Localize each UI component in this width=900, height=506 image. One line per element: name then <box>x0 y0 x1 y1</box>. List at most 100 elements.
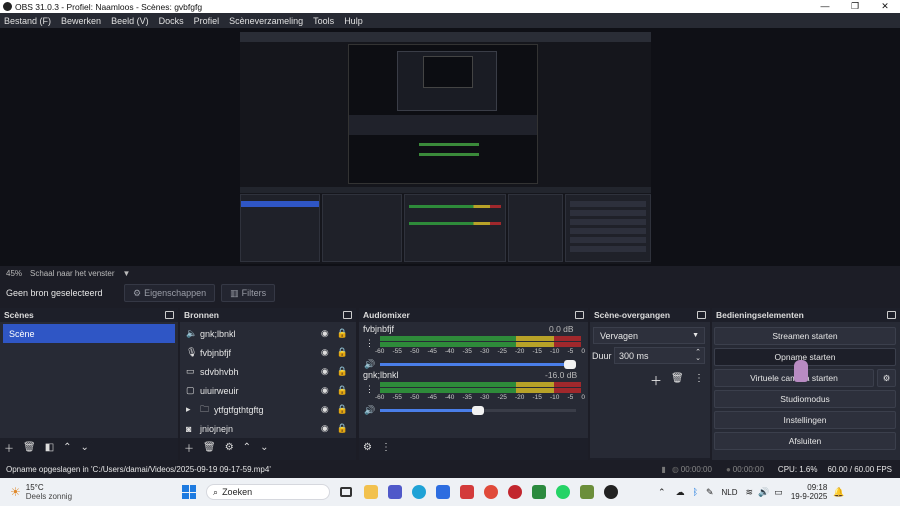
transition-select[interactable]: Vervagen ▼ <box>593 327 705 344</box>
remove-scene-icon[interactable]: 🗑 <box>23 442 36 453</box>
eye-icon[interactable]: ◉ <box>321 328 329 339</box>
mixer-menu-icon[interactable]: ⋮ <box>381 442 391 453</box>
settings-button[interactable]: Instellingen <box>714 411 896 429</box>
edge-icon[interactable] <box>412 485 427 499</box>
minimize-button[interactable]: — <box>810 1 840 12</box>
move-up-icon[interactable]: ⌃ <box>243 442 251 453</box>
xbox-icon[interactable] <box>532 485 547 499</box>
bluetooth-icon[interactable]: ᛒ <box>693 487 698 497</box>
maximize-button[interactable]: ❐ <box>840 1 870 12</box>
chevron-up-icon[interactable]: ⌃ <box>658 487 666 498</box>
menu-docks[interactable]: Docks <box>159 16 184 26</box>
weather-icon[interactable]: ☀ <box>10 485 21 499</box>
channel-menu-icon[interactable]: ⋮ <box>365 338 374 349</box>
minecraft-icon[interactable] <box>580 485 595 499</box>
language-indicator[interactable]: NLD <box>722 488 738 497</box>
volume-icon[interactable]: 🔊 <box>758 487 769 498</box>
menu-profile[interactable]: Profiel <box>194 16 220 26</box>
store-icon[interactable] <box>436 485 451 499</box>
transition-menu-icon[interactable]: ⋮ <box>694 373 704 384</box>
channel-menu-icon[interactable]: ⋮ <box>365 384 374 395</box>
lock-icon[interactable]: 🔒 <box>337 404 348 415</box>
menu-edit[interactable]: Bewerken <box>61 16 101 26</box>
notification-icon[interactable]: 🔔 <box>833 487 844 498</box>
wifi-icon[interactable]: ≋ <box>746 487 754 498</box>
undock-icon[interactable] <box>887 311 896 319</box>
move-down-icon[interactable]: ⌄ <box>81 442 89 453</box>
speaker-icon[interactable]: 🔊 <box>364 405 375 416</box>
cloud-icon[interactable]: ☁ <box>676 487 685 498</box>
properties-button[interactable]: ⚙ Eigenschappen <box>124 284 216 302</box>
undock-icon[interactable] <box>575 311 584 319</box>
add-transition-icon[interactable]: ＋ <box>650 372 662 389</box>
source-item[interactable]: ◙ jniojnejn ◉ 🔒 <box>180 419 356 438</box>
lock-icon[interactable]: 🔒 <box>337 423 348 434</box>
lock-icon[interactable]: 🔒 <box>337 366 348 377</box>
preview-canvas[interactable] <box>240 32 651 264</box>
chevron-down-icon: ▼ <box>692 332 699 339</box>
remove-transition-icon[interactable]: 🗑 <box>671 373 684 384</box>
menu-scene-collection[interactable]: Scèneverzameling <box>229 16 303 26</box>
eye-icon[interactable]: ◉ <box>321 347 329 358</box>
controls-title: Bedieningselementen <box>716 310 804 320</box>
taskbar-search[interactable]: ⌕ Zoeken <box>206 484 331 500</box>
eye-icon[interactable]: ◉ <box>321 366 329 377</box>
chevron-down-icon[interactable]: ▼ <box>123 269 131 278</box>
lock-icon[interactable]: 🔒 <box>337 328 348 339</box>
menu-help[interactable]: Hulp <box>344 16 363 26</box>
eye-icon[interactable]: ◉ <box>321 423 329 434</box>
eye-icon[interactable]: ◉ <box>321 404 329 415</box>
move-up-icon[interactable]: ⌃ <box>63 442 71 453</box>
volume-slider[interactable] <box>380 360 576 369</box>
obs-taskbar-icon[interactable] <box>604 485 619 499</box>
add-scene-icon[interactable]: ＋ <box>4 440 14 455</box>
window-titlebar: OBS 31.0.3 - Profiel: Naamloos - Scènes:… <box>0 0 900 13</box>
undock-icon[interactable] <box>343 311 352 319</box>
scene-filter-icon[interactable]: ◧ <box>45 442 54 453</box>
add-source-icon[interactable]: ＋ <box>184 440 194 455</box>
stepper-icon[interactable]: ⌃ ⌄ <box>695 349 701 362</box>
zoom-level[interactable]: 45% <box>6 269 22 278</box>
whatsapp-icon[interactable] <box>556 485 571 499</box>
battery-icon[interactable]: ▭ <box>774 487 783 498</box>
shield-app-icon[interactable] <box>460 485 475 499</box>
virtual-camera-settings-button[interactable]: ⚙ <box>877 369 896 387</box>
task-view-icon[interactable] <box>340 485 354 499</box>
source-item[interactable]: 🎙 fvbjnbfjf ◉ 🔒 <box>180 343 356 362</box>
scene-item[interactable]: Scène <box>3 324 175 343</box>
clock[interactable]: 09:18 19-9-2025 <box>791 483 827 501</box>
undock-icon[interactable] <box>697 311 706 319</box>
chrome-icon[interactable] <box>484 485 499 499</box>
source-item[interactable]: ▢ uiuirweuir ◉ 🔒 <box>180 381 356 400</box>
close-button[interactable]: ✕ <box>870 1 900 12</box>
source-properties-icon[interactable]: ⚙ <box>225 442 234 453</box>
undock-icon[interactable] <box>165 311 174 319</box>
studio-mode-button[interactable]: Studiomodus <box>714 390 896 408</box>
opera-icon[interactable] <box>508 485 523 499</box>
source-item[interactable]: 🔈 gnk;lbnkl ◉ 🔒 <box>180 324 356 343</box>
menu-view[interactable]: Beeld (V) <box>111 16 149 26</box>
move-down-icon[interactable]: ⌄ <box>260 442 268 453</box>
scale-mode[interactable]: Schaal naar het venster <box>30 269 115 278</box>
menu-file[interactable]: Bestand (F) <box>4 16 51 26</box>
weather-widget[interactable]: 15°C Deels zonnig <box>26 483 72 501</box>
menu-tools[interactable]: Tools <box>313 16 334 26</box>
filters-button[interactable]: ▥ Filters <box>221 284 276 302</box>
teams-icon[interactable] <box>388 485 403 499</box>
duration-input[interactable]: 300 ms ⌃ ⌄ <box>614 347 705 364</box>
lock-icon[interactable]: 🔒 <box>337 347 348 358</box>
start-streaming-button[interactable]: Streamen starten <box>714 327 896 345</box>
volume-slider[interactable] <box>380 406 576 415</box>
remove-source-icon[interactable]: 🗑 <box>203 442 216 453</box>
eye-icon[interactable]: ◉ <box>321 385 329 396</box>
pen-icon[interactable]: ✎ <box>706 487 714 498</box>
source-item[interactable]: ▭ sdvbhvbh ◉ 🔒 <box>180 362 356 381</box>
source-item[interactable]: ▸ 🗀 ytfgtfgthtgftg ◉ 🔒 <box>180 400 356 419</box>
lock-icon[interactable]: 🔒 <box>337 385 348 396</box>
start-icon[interactable] <box>182 485 197 499</box>
file-explorer-icon[interactable] <box>364 485 379 499</box>
speaker-icon[interactable]: 🔊 <box>364 359 375 370</box>
advanced-audio-icon[interactable]: ⚙ <box>363 442 372 453</box>
expand-arrow-icon[interactable]: ▸ <box>186 404 198 415</box>
exit-button[interactable]: Afsluiten <box>714 432 896 450</box>
